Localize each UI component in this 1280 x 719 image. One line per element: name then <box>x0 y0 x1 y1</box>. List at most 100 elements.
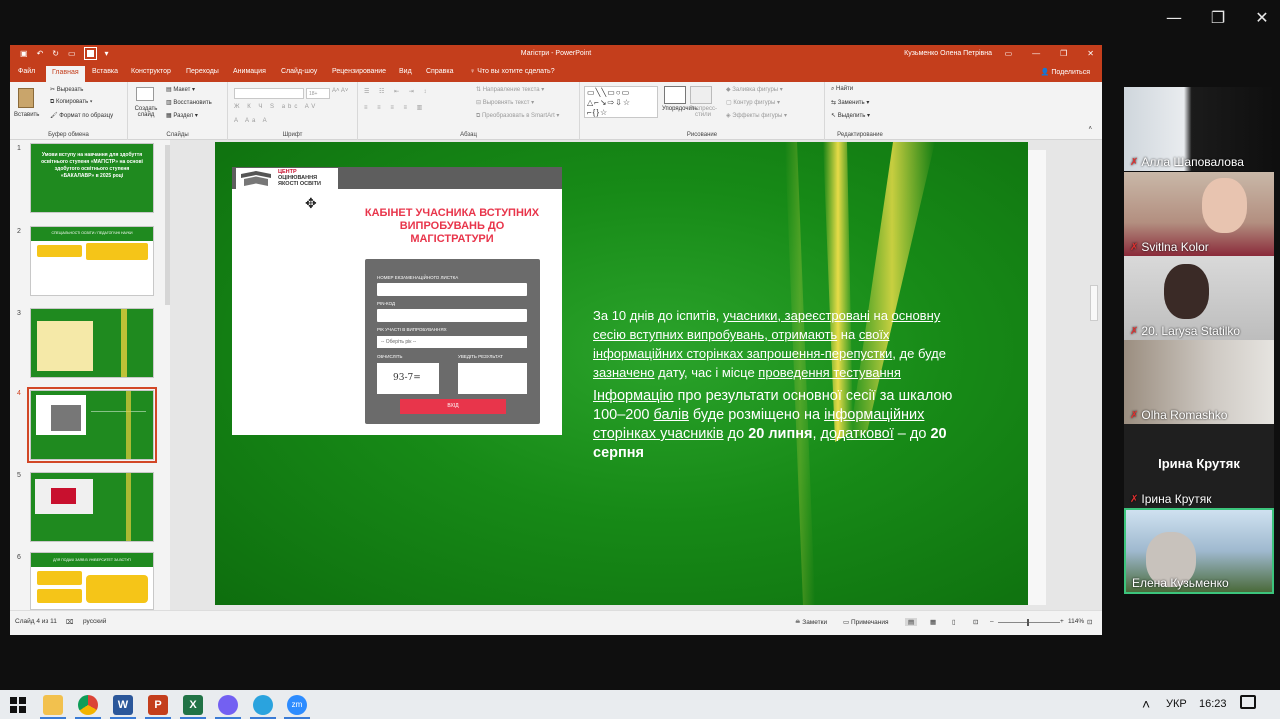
select-label: Выделить <box>837 113 866 119</box>
tab-slideshow[interactable]: Слайд-шоу <box>281 68 317 75</box>
minimize-icon[interactable]: — <box>1166 8 1182 27</box>
replace-button[interactable]: ⇆ Заменить ▾ <box>831 99 869 106</box>
viber-icon[interactable] <box>218 695 238 715</box>
file-explorer-icon[interactable] <box>43 695 63 715</box>
tell-me-search[interactable]: ♀ Что вы хотите сделать? <box>470 68 555 75</box>
shape-fill-button[interactable]: ◆ Заливка фигуры ▾ <box>726 86 783 93</box>
thumbnail-slide-2[interactable]: СПЕЦІАЛЬНОСТІ ОСВІТИ / ПЕДАГОГІЧНІ НАУКИ <box>30 226 154 296</box>
input-language[interactable]: УКР <box>1166 698 1187 710</box>
share-button[interactable]: 👤 Поделиться <box>1041 68 1090 76</box>
pin-label: PIN-КОД <box>377 301 396 306</box>
language-indicator[interactable]: русский <box>83 618 106 625</box>
layout-button[interactable]: ▤ Макет ▾ <box>166 86 195 93</box>
shape-outline-button[interactable]: ▢ Контур фигуры ▾ <box>726 99 780 106</box>
new-slide-button[interactable]: Создать слайд <box>132 106 160 118</box>
excel-icon[interactable]: X <box>183 695 203 715</box>
windows-start-icon[interactable] <box>8 695 28 715</box>
reading-view-icon[interactable]: ▯ <box>952 618 956 626</box>
zoom-slider-thumb[interactable] <box>1027 619 1029 626</box>
arrange-icon[interactable] <box>664 86 686 104</box>
thumbnail-slide-1[interactable]: Умови вступу на навчання для здобуття ос… <box>30 143 154 213</box>
align-text-button[interactable]: ⊟ Выровнять текст ▾ <box>476 99 534 106</box>
section-button[interactable]: ▦ Раздел ▾ <box>166 112 198 119</box>
tab-file[interactable]: Файл <box>18 68 35 75</box>
font-color-icons[interactable]: A Aa A <box>234 118 270 124</box>
fit-slide-icon[interactable]: ⊡ <box>1087 618 1092 626</box>
thumbnail-slide-6[interactable]: ДЛЯ ПОДАЧІ ЗАЯВ В УНІВЕРСИТЕТ ЗА ВСТУП <box>30 552 154 610</box>
participant-tile[interactable]: ✗ Svitlna Kolor <box>1124 172 1274 256</box>
sorter-view-icon[interactable]: ▦ <box>930 618 936 626</box>
maximize-icon[interactable]: ❐ <box>1210 8 1226 27</box>
clock[interactable]: 16:23 <box>1199 698 1227 710</box>
tab-help[interactable]: Справка <box>426 68 453 75</box>
participant-tile[interactable]: ✗ 20. Larysa Statilko <box>1124 256 1274 340</box>
smartart-button[interactable]: ⧉ Преобразовать в SmartArt ▾ <box>476 112 559 120</box>
participant-tile[interactable]: Ірина Крутяк ✗ Ірина Крутяк <box>1124 424 1274 508</box>
user-name[interactable]: Кузьменко Олена Петрівна <box>904 50 992 57</box>
thumbnail-slide-3[interactable] <box>30 308 154 378</box>
thumbnail-slide-5[interactable] <box>30 472 154 542</box>
normal-view-icon[interactable]: ▤ <box>905 618 918 626</box>
word-icon[interactable]: W <box>113 695 133 715</box>
slide-text-box[interactable]: За 10 днів до іспитів, учасники, зареєст… <box>593 306 953 463</box>
quick-styles-button[interactable]: Экспресс-стили <box>688 106 718 118</box>
list-icons[interactable]: ☰ ☷ ⇤ ⇥ ↕ <box>364 88 430 95</box>
ppt-close-icon[interactable]: ✕ <box>1087 49 1094 58</box>
participant-tile-active-speaker[interactable]: Елена Кузьменко <box>1124 508 1274 594</box>
ppt-minimize-icon[interactable]: — <box>1032 49 1040 58</box>
chrome-icon[interactable] <box>78 695 98 715</box>
zoom-out-icon[interactable]: – <box>990 618 994 625</box>
participant-tile[interactable]: ✗ Olha Romashko <box>1124 340 1274 424</box>
slide-counter: Слайд 4 из 11 <box>15 618 57 625</box>
notes-button[interactable]: ≘ Заметки <box>795 618 827 626</box>
tab-transitions[interactable]: Переходы <box>186 68 219 75</box>
comments-button[interactable]: ▭ Примечания <box>843 618 888 626</box>
copy-button[interactable]: ⧉ Копировать ▾ <box>50 99 92 106</box>
paste-button[interactable]: Вставить <box>14 112 39 118</box>
new-slide-icon[interactable] <box>136 87 154 101</box>
find-button[interactable]: ⌕ Найти <box>831 86 853 93</box>
telegram-icon[interactable] <box>253 695 273 715</box>
notifications-icon[interactable] <box>1240 695 1256 709</box>
quick-styles-icon[interactable] <box>690 86 712 104</box>
tab-animations[interactable]: Анимация <box>233 68 266 75</box>
paragraph-label: Абзац <box>460 132 477 138</box>
tab-review[interactable]: Рецензирование <box>332 68 386 75</box>
tab-design[interactable]: Конструктор <box>131 68 171 75</box>
shape-effects-button[interactable]: ◈ Эффекты фигуры ▾ <box>726 112 787 119</box>
thumbnail-beam <box>126 473 131 541</box>
slideshow-view-icon[interactable]: ⊡ <box>973 618 978 626</box>
reset-button[interactable]: ▥ Восстановить <box>166 99 212 106</box>
tab-home[interactable]: Главная <box>46 66 85 82</box>
tray-chevron-icon[interactable]: ˄ <box>1142 696 1150 712</box>
thumbnail-slide-4[interactable] <box>27 387 157 463</box>
font-size-select[interactable]: 18+ <box>306 88 330 99</box>
font-format-icons[interactable]: Ж К Ч S abc AV <box>234 104 318 110</box>
format-painter-button[interactable]: 🖌 Формат по образцу <box>50 112 113 119</box>
font-name-select[interactable] <box>234 88 304 99</box>
spellcheck-icon[interactable]: ⌧ <box>66 618 74 626</box>
close-icon[interactable]: ✕ <box>1254 8 1270 27</box>
editor-scrollbar[interactable] <box>1090 285 1098 321</box>
slides-label: Слайды <box>166 132 189 138</box>
zoom-slider[interactable] <box>998 622 1060 623</box>
shapes-gallery[interactable]: ▭╲╲▭○▭ △⌐↘⇨⇩☆ ⌐{}☆ <box>584 86 658 118</box>
select-button[interactable]: ↖ Выделить ▾ <box>831 112 870 119</box>
zoom-level[interactable]: 114% <box>1068 618 1084 625</box>
cut-button[interactable]: ✂ Вырезать <box>50 86 83 93</box>
zoom-icon[interactable]: zm <box>287 695 307 715</box>
current-slide[interactable]: ЦЕНТР ОЦІНЮВАННЯ ЯКОСТІ ОСВІТИ КАБІНЕТ У… <box>215 142 1028 605</box>
participant-tile[interactable]: ✗ Алла Шаповалова <box>1124 87 1274 171</box>
zoom-in-icon[interactable]: + <box>1060 618 1064 625</box>
tab-view[interactable]: Вид <box>399 68 412 75</box>
text-direction-button[interactable]: ⇅ Направление текста ▾ <box>476 86 544 93</box>
align-icons[interactable]: ≡ ≡ ≡ ≡ ▥ <box>364 104 426 111</box>
powerpoint-icon[interactable]: P <box>148 695 168 715</box>
collapse-ribbon-icon[interactable]: ˄ <box>1088 126 1092 132</box>
grow-font-icon[interactable]: A˄ A˅ <box>332 88 348 94</box>
ribbon-display-icon[interactable]: ▭ <box>1005 49 1013 58</box>
thumbnail-beam <box>121 309 127 377</box>
tab-insert[interactable]: Вставка <box>92 68 118 75</box>
ppt-restore-icon[interactable]: ❐ <box>1060 49 1067 58</box>
paste-icon[interactable] <box>18 88 34 108</box>
